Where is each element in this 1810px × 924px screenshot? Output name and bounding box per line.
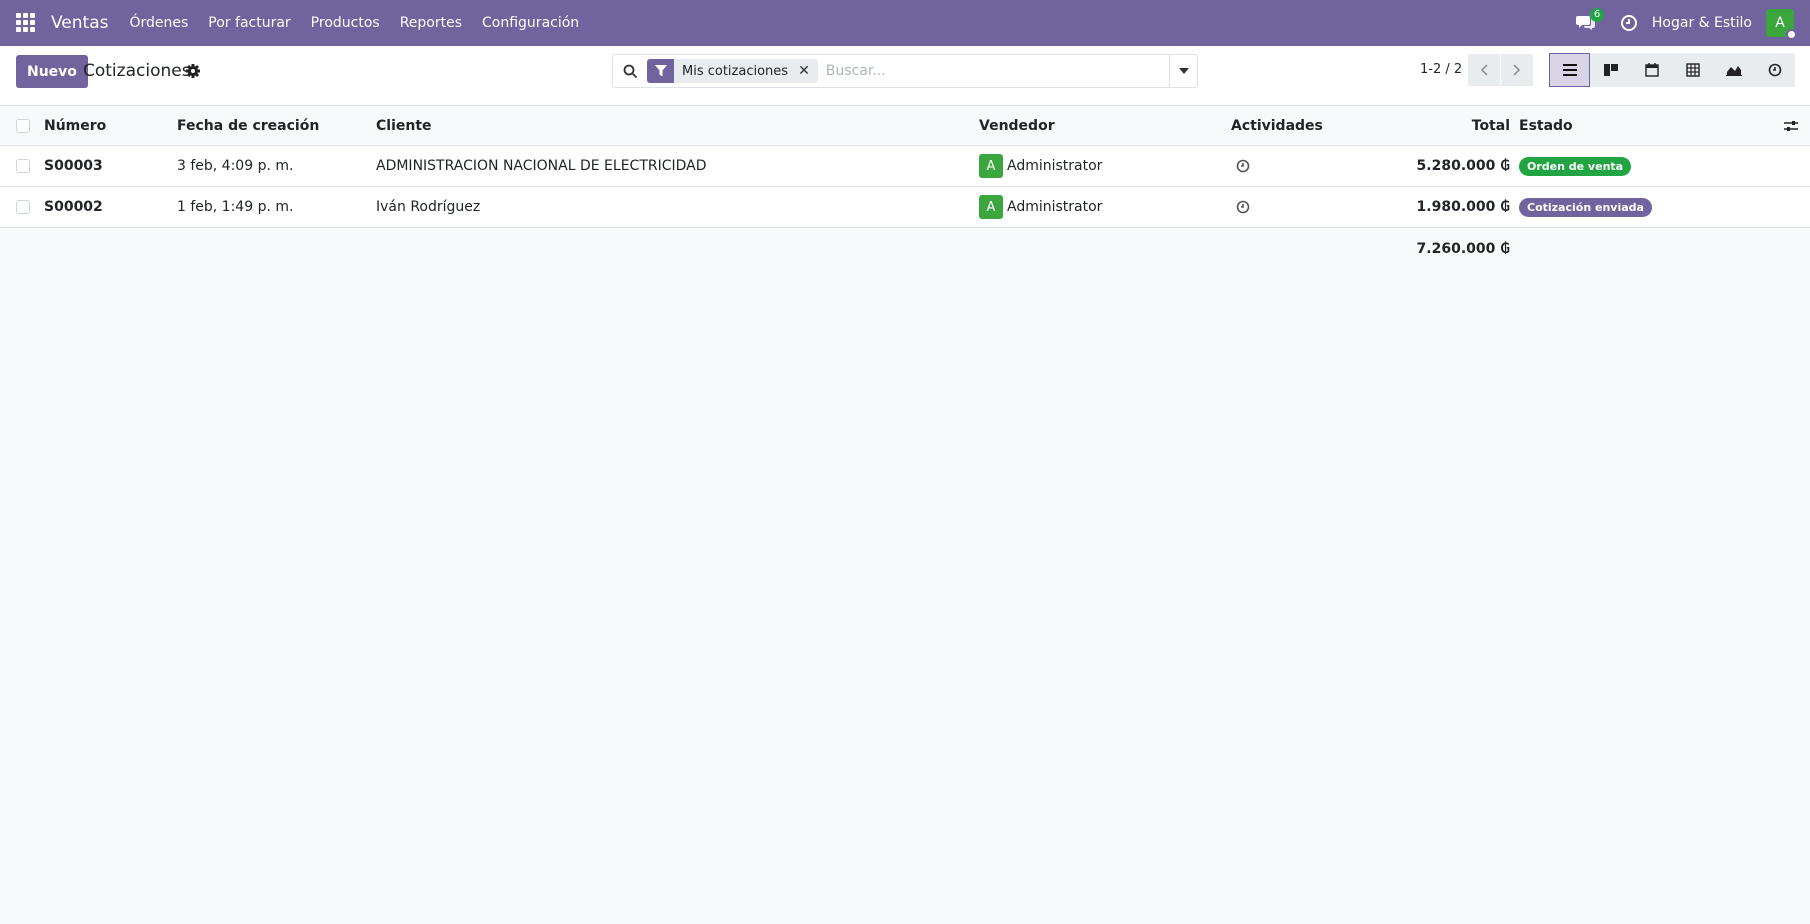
search-bar: Mis cotizaciones ✕ — [612, 54, 1198, 88]
menu-item-configuracion[interactable]: Configuración — [482, 15, 579, 31]
control-panel: Nuevo Cotizaciones Mis cotizaciones ✕ Bu… — [0, 46, 1810, 106]
optional-columns-toggle[interactable] — [1784, 106, 1798, 145]
calendar-icon — [1644, 63, 1659, 77]
pager-next-button[interactable] — [1501, 54, 1533, 86]
search-input[interactable] — [825, 56, 1169, 86]
activity-button[interactable] — [1236, 146, 1250, 186]
cell-total: 1.980.000 ₲ — [1416, 199, 1510, 215]
online-status-icon — [1786, 29, 1797, 40]
cell-customer: Iván Rodríguez — [376, 199, 481, 215]
column-header-status[interactable]: Estado — [1519, 106, 1573, 145]
chevron-right-icon — [1513, 64, 1521, 76]
cell-number: S00003 — [44, 158, 103, 174]
cell-customer: ADMINISTRACION NACIONAL DE ELECTRICIDAD — [376, 158, 707, 174]
table-header: Número Fecha de creación Cliente Vendedo… — [0, 106, 1810, 146]
user-avatar[interactable]: A — [1766, 9, 1797, 40]
close-icon[interactable]: ✕ — [798, 63, 818, 79]
kanban-view-button[interactable] — [1590, 53, 1631, 87]
salesperson-name: Administrator — [1007, 199, 1103, 215]
cell-date: 3 feb, 4:09 p. m. — [177, 158, 294, 174]
avatar: A — [979, 154, 1003, 178]
select-all-checkbox[interactable] — [16, 118, 30, 133]
grand-total: 7.260.000 ₲ — [1416, 240, 1510, 257]
column-header-activities[interactable]: Actividades — [1231, 106, 1323, 145]
app-name[interactable]: Ventas — [51, 13, 108, 33]
gear-icon[interactable] — [185, 63, 201, 79]
column-header-salesperson[interactable]: Vendedor — [979, 106, 1055, 145]
table-icon — [1685, 63, 1700, 77]
column-header-date[interactable]: Fecha de creación — [177, 106, 319, 145]
activity-button[interactable] — [1236, 187, 1250, 227]
column-header-total[interactable]: Total — [1472, 106, 1510, 145]
apps-menu-icon[interactable] — [16, 13, 36, 33]
new-button[interactable]: Nuevo — [16, 55, 88, 88]
activity-clock-icon[interactable] — [1620, 14, 1638, 32]
clock-icon — [1768, 63, 1781, 77]
table-row[interactable]: S00003 3 feb, 4:09 p. m. ADMINISTRACION … — [0, 146, 1810, 187]
menu-item-ordenes[interactable]: Órdenes — [129, 15, 188, 31]
area-chart-icon — [1725, 66, 1742, 76]
row-checkbox[interactable] — [16, 159, 30, 173]
totals-row: 7.260.000 ₲ — [0, 228, 1810, 269]
chat-count-badge: 6 — [1589, 8, 1605, 22]
list-icon — [1562, 64, 1577, 76]
filter-icon — [647, 59, 674, 83]
pager-value[interactable]: 1-2 / 2 — [1420, 62, 1462, 77]
cell-number: S00002 — [44, 199, 103, 215]
menu-item-productos[interactable]: Productos — [311, 15, 380, 31]
status-badge: Orden de venta — [1519, 156, 1632, 176]
menu-item-por-facturar[interactable]: Por facturar — [208, 15, 290, 31]
column-header-number[interactable]: Número — [44, 106, 106, 145]
column-header-customer[interactable]: Cliente — [376, 106, 432, 145]
view-switcher — [1549, 53, 1795, 87]
sliders-icon — [1784, 120, 1798, 131]
cell-salesperson: A Administrator — [979, 187, 1102, 227]
search-icon[interactable] — [613, 64, 647, 79]
chevron-left-icon — [1480, 64, 1488, 76]
company-name[interactable]: Hogar & Estilo — [1652, 15, 1752, 31]
kanban-icon — [1603, 64, 1618, 76]
pager-previous-button[interactable] — [1468, 54, 1500, 86]
table-row[interactable]: S00002 1 feb, 1:49 p. m. Iván Rodríguez … — [0, 187, 1810, 228]
clock-icon — [1236, 159, 1250, 173]
pivot-view-button[interactable] — [1672, 53, 1713, 87]
caret-down-icon — [1178, 68, 1189, 74]
row-checkbox[interactable] — [16, 200, 30, 214]
avatar: A — [979, 195, 1003, 219]
main-navbar: Ventas Órdenes Por facturar Productos Re… — [0, 0, 1810, 46]
graph-view-button[interactable] — [1713, 53, 1754, 87]
user-initial: A — [1775, 15, 1785, 31]
menu-item-reportes[interactable]: Reportes — [400, 15, 462, 31]
search-options-toggle[interactable] — [1169, 55, 1197, 87]
list-view-button[interactable] — [1549, 53, 1590, 87]
cell-date: 1 feb, 1:49 p. m. — [177, 199, 294, 215]
messaging-button[interactable]: 6 — [1575, 8, 1605, 34]
cell-total: 5.280.000 ₲ — [1416, 158, 1510, 174]
clock-icon — [1236, 200, 1250, 214]
status-badge: Cotización enviada — [1519, 197, 1652, 217]
activity-view-button[interactable] — [1754, 53, 1795, 87]
facet-label: Mis cotizaciones — [682, 63, 789, 79]
salesperson-name: Administrator — [1007, 158, 1103, 174]
calendar-view-button[interactable] — [1631, 53, 1672, 87]
search-facet: Mis cotizaciones ✕ — [647, 59, 818, 83]
page-title: Cotizaciones — [83, 61, 191, 81]
cell-salesperson: A Administrator — [979, 146, 1102, 186]
